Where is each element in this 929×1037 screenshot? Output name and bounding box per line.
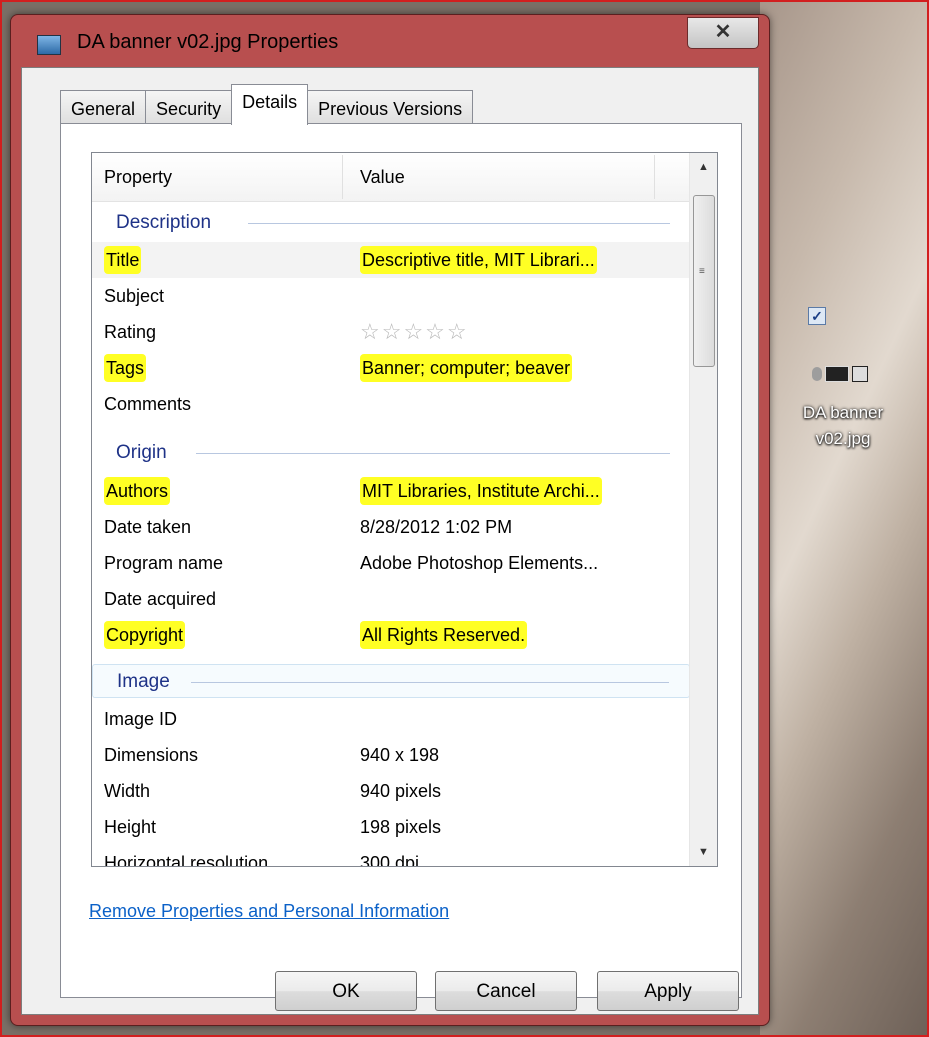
group-divider (196, 453, 670, 454)
group-origin: Origin (92, 436, 690, 470)
row-dimensions[interactable]: Dimensions 940 x 198 (92, 737, 690, 773)
group-image: Image (92, 664, 690, 698)
ok-button[interactable]: OK (275, 971, 417, 1011)
title-bar[interactable]: DA banner v02.jpg Properties ✕ (11, 15, 769, 67)
apply-button[interactable]: Apply (597, 971, 739, 1011)
row-authors[interactable]: Authors MIT Libraries, Institute Archi..… (92, 473, 690, 509)
property-label: Subject (104, 286, 165, 306)
desktop-file-label-line2: v02.jpg (815, 429, 871, 448)
image-file-icon (37, 35, 61, 55)
row-height[interactable]: Height 198 pixels (92, 809, 690, 845)
property-label: Comments (104, 394, 192, 414)
group-description: Description (92, 206, 690, 240)
grip-icon: ≡ (699, 266, 705, 277)
cancel-button[interactable]: Cancel (435, 971, 577, 1011)
property-label: Title (104, 246, 142, 274)
column-header-property[interactable]: Property (104, 153, 172, 201)
property-value[interactable]: 940 pixels (360, 773, 441, 809)
remove-properties-link[interactable]: Remove Properties and Personal Informati… (89, 901, 449, 922)
row-title[interactable]: Title Descriptive title, MIT Librari... (92, 242, 690, 278)
property-label: Rating (104, 322, 157, 342)
window-title: DA banner v02.jpg Properties (77, 31, 339, 53)
desktop-file-label-line1: DA banner (802, 403, 884, 422)
column-header-value[interactable]: Value (360, 153, 405, 201)
dialog-body: General Security Details Previous Versio… (21, 67, 759, 1015)
row-date-acquired[interactable]: Date acquired (92, 581, 690, 617)
row-horizontal-resolution[interactable]: Horizontal resolution 300 dpi (92, 845, 690, 867)
scroll-down-arrow-icon[interactable]: ▼ (690, 842, 717, 862)
property-label: Date acquired (104, 589, 217, 609)
property-value[interactable]: 198 pixels (360, 809, 441, 845)
details-list[interactable]: Property Value Description Title Descrip… (91, 152, 718, 867)
group-title: Image (117, 671, 170, 692)
property-value[interactable]: Descriptive title, MIT Librari... (360, 246, 597, 274)
property-label: Program name (104, 553, 224, 573)
desktop-file-thumbnail[interactable] (812, 365, 880, 383)
desktop-background (760, 2, 927, 1035)
group-divider (191, 682, 669, 683)
column-divider[interactable] (654, 155, 655, 199)
property-value[interactable]: 300 dpi (360, 845, 419, 866)
property-label: Copyright (104, 621, 186, 649)
tab-previous-versions[interactable]: Previous Versions (307, 90, 474, 125)
property-value[interactable]: 940 x 198 (360, 737, 439, 773)
tab-security[interactable]: Security (145, 90, 233, 125)
row-copyright[interactable]: Copyright All Rights Reserved. (92, 617, 690, 653)
tab-general[interactable]: General (60, 90, 147, 125)
property-value[interactable]: Banner; computer; beaver (360, 354, 573, 382)
group-title: Origin (116, 442, 167, 463)
row-program-name[interactable]: Program name Adobe Photoshop Elements... (92, 545, 690, 581)
row-date-taken[interactable]: Date taken 8/28/2012 1:02 PM (92, 509, 690, 545)
tab-details[interactable]: Details (231, 84, 309, 125)
property-value[interactable]: MIT Libraries, Institute Archi... (360, 477, 602, 505)
row-width[interactable]: Width 940 pixels (92, 773, 690, 809)
desktop-file-label[interactable]: DA banner v02.jpg (778, 400, 908, 452)
row-tags[interactable]: Tags Banner; computer; beaver (92, 350, 690, 386)
property-value[interactable]: All Rights Reserved. (360, 621, 528, 649)
property-label: Authors (104, 477, 171, 505)
scroll-up-arrow-icon[interactable]: ▲ (690, 157, 717, 177)
scrollbar-thumb[interactable]: ≡ (693, 195, 715, 367)
details-panel: Property Value Description Title Descrip… (60, 123, 742, 998)
vertical-scrollbar[interactable]: ▲ ≡ ▼ (689, 153, 717, 866)
group-title: Description (116, 212, 212, 233)
property-label: Image ID (104, 709, 178, 729)
properties-dialog: DA banner v02.jpg Properties ✕ General S… (10, 14, 770, 1026)
tab-strip: General Security Details Previous Versio… (60, 84, 474, 125)
property-label: Height (104, 817, 157, 837)
row-subject[interactable]: Subject (92, 278, 690, 314)
property-label: Date taken (104, 517, 192, 537)
property-label: Width (104, 781, 151, 801)
property-label: Horizontal resolution (104, 853, 269, 867)
property-label: Dimensions (104, 745, 199, 765)
group-divider (248, 223, 670, 224)
property-value[interactable]: Adobe Photoshop Elements... (360, 545, 598, 581)
row-comments[interactable]: Comments (92, 386, 690, 422)
column-divider[interactable] (342, 155, 343, 199)
list-header: Property Value (92, 153, 690, 202)
row-rating[interactable]: Rating ☆☆☆☆☆ (92, 314, 690, 350)
property-label: Tags (104, 354, 147, 382)
row-image-id[interactable]: Image ID (92, 701, 690, 737)
desktop-icon-checkbox[interactable]: ✓ (808, 307, 826, 325)
rating-stars[interactable]: ☆☆☆☆☆ (360, 314, 469, 350)
property-value[interactable]: 8/28/2012 1:02 PM (360, 509, 512, 545)
close-button[interactable]: ✕ (687, 17, 759, 49)
